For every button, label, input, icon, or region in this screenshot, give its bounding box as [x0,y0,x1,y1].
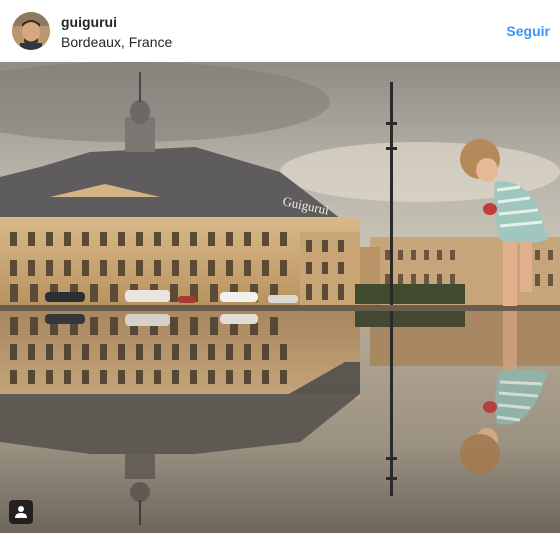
lamp-pole [390,82,393,307]
post-header: guigurui Bordeaux, France Seguir [0,0,560,62]
location-link[interactable]: Bordeaux, France [61,34,172,50]
follow-button[interactable]: Seguir [506,23,550,39]
username[interactable]: guigurui [61,14,117,30]
avatar[interactable] [12,12,50,50]
person-tag-button[interactable] [9,500,33,524]
post-photo[interactable]: Guigurui [0,62,560,533]
person-tag-icon [15,506,27,518]
